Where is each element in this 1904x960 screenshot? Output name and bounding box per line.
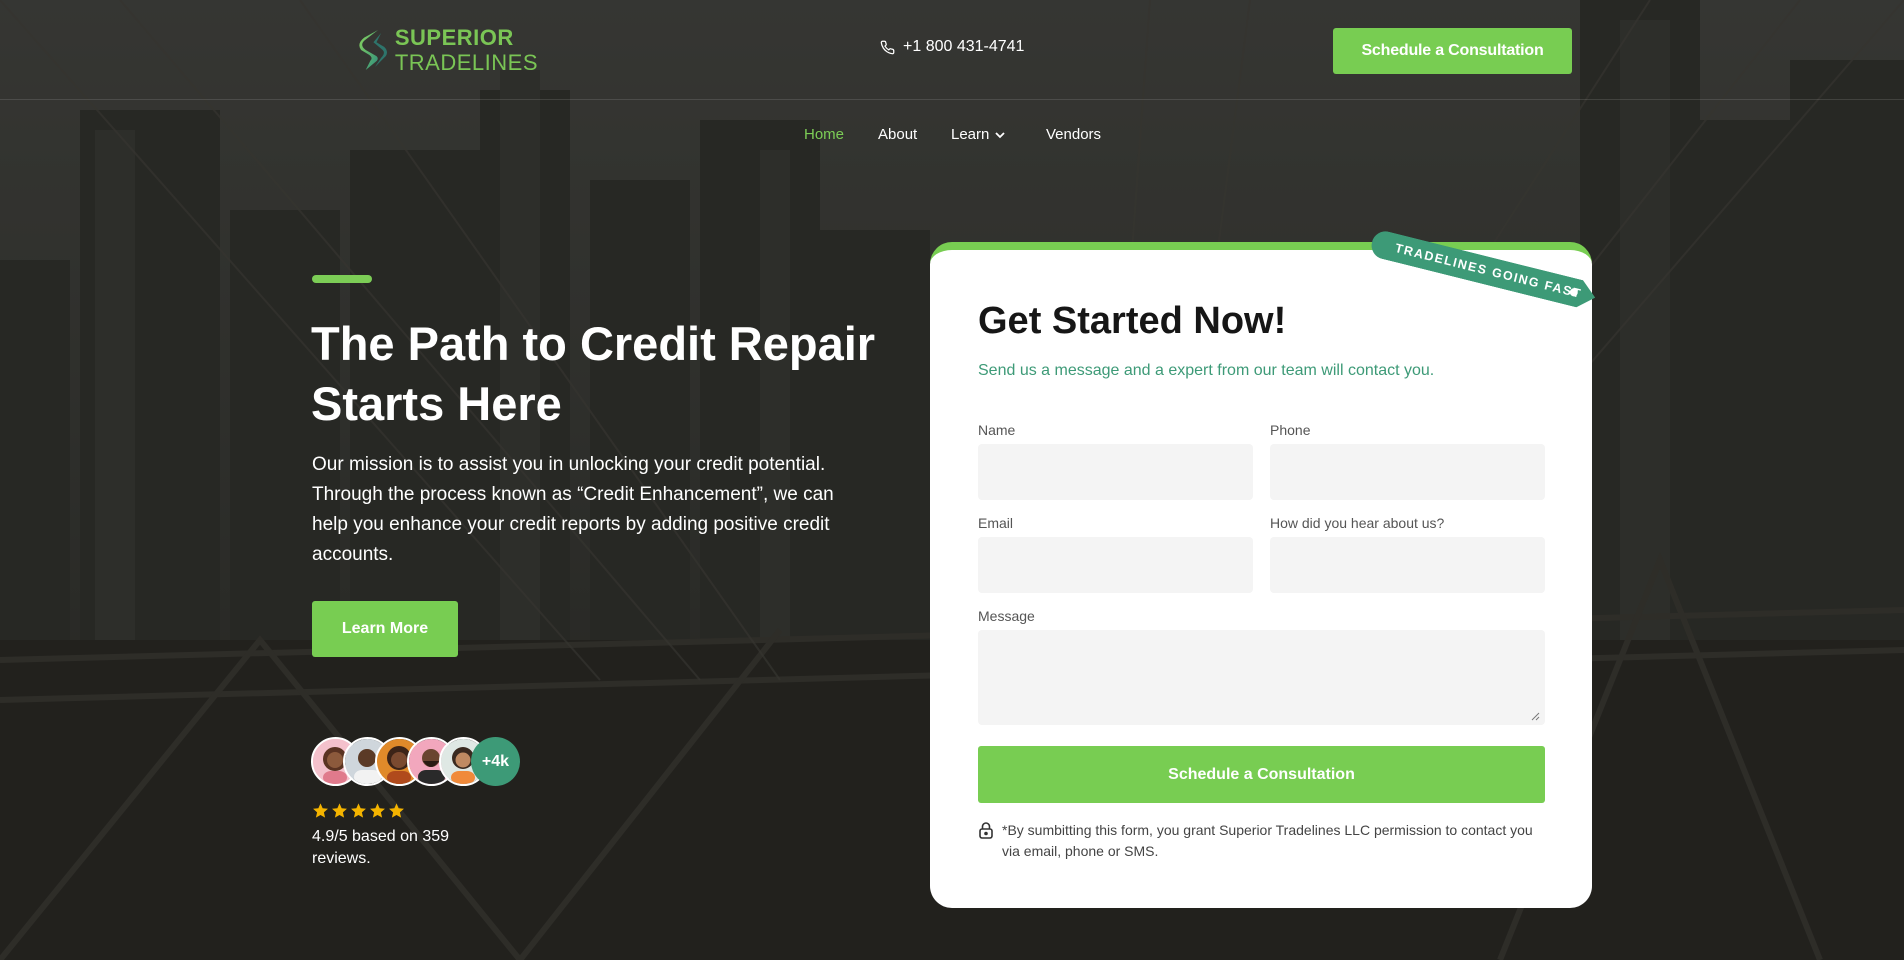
source-label: How did you hear about us? [1270,515,1445,531]
customer-avatars: +4k [311,737,531,787]
phone-link[interactable]: +1 800 431-4741 [880,38,1024,56]
message-textarea[interactable] [978,630,1545,725]
contact-form-card: Get Started Now! Send us a message and a… [930,242,1592,908]
email-input[interactable] [978,537,1253,593]
phone-label: Phone [1270,422,1311,438]
form-title: Get Started Now! [978,300,1287,342]
main-nav: Home About Learn Vendors [0,126,1904,150]
email-label: Email [978,515,1014,531]
logo-line-2: TRADELINES [394,50,538,75]
nav-item-about[interactable]: About [878,126,917,143]
hero-title: The Path to Credit Repair Starts Here [311,317,876,430]
resize-grip-icon[interactable] [1531,712,1540,721]
nav-label-vendors: Vendors [1046,126,1102,143]
learn-more-button[interactable]: Learn More [312,601,458,657]
nav-label-learn: Learn [951,126,990,143]
rating-summary: 4.9/5 based on 359 reviews. [312,828,450,867]
brand-logo[interactable]: SUPERIOR TRADELINES [358,22,538,78]
logo-line-1: SUPERIOR [394,25,514,50]
top-header: SUPERIOR TRADELINES +1 800 431-4741 Sche… [0,0,1904,100]
phone-input[interactable] [1270,444,1545,500]
star-icon [351,803,366,818]
star-icon [313,803,328,818]
name-label: Name [978,422,1016,438]
nav-label-about: About [878,126,918,143]
logo-wordmark: SUPERIOR TRADELINES [395,25,538,75]
disclaimer-text: *By sumbitting this form, you grant Supe… [1002,822,1533,859]
nav-item-vendors[interactable]: Vendors [1046,126,1101,143]
more-customers-badge: +4k [471,737,520,786]
rating-stars [312,802,405,819]
schedule-consultation-header-button[interactable]: Schedule a Consultation [1333,28,1572,74]
phone-icon [880,40,895,54]
star-icon [370,803,385,818]
title-accent-bar [312,275,372,283]
nav-item-learn[interactable]: Learn [951,126,1006,143]
star-icon [332,803,347,818]
logo-s-mark-icon [359,29,387,71]
schedule-consultation-submit-button[interactable]: Schedule a Consultation [978,746,1545,803]
source-input[interactable] [1270,537,1545,593]
hero-description: Our mission is to assist you in unlockin… [312,454,834,565]
nav-item-home[interactable]: Home [804,126,844,143]
form-subtitle: Send us a message and a expert from our … [978,362,1435,379]
star-icon [389,803,404,818]
lock-icon [979,822,993,839]
chevron-down-icon [995,131,1006,138]
name-input[interactable] [978,444,1253,500]
phone-number: +1 800 431-4741 [903,38,1025,55]
nav-label-home: Home [804,126,845,143]
consent-disclaimer: *By sumbitting this form, you grant Supe… [978,820,1545,862]
message-label: Message [978,608,1035,624]
